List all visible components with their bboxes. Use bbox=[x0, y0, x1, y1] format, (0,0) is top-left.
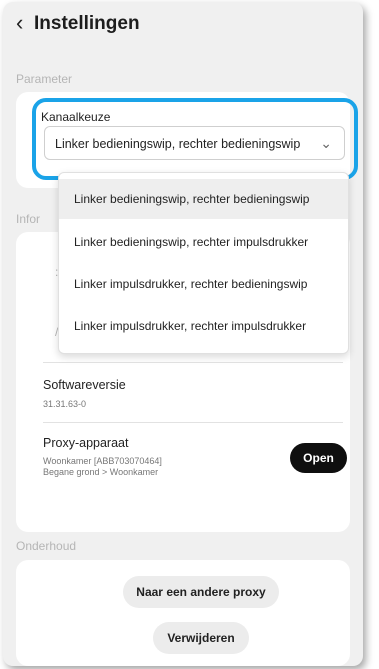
focus-highlight bbox=[32, 98, 358, 180]
open-button[interactable]: Open bbox=[290, 443, 347, 473]
section-label-info: Infor bbox=[16, 212, 41, 226]
section-label-onderhoud: Onderhoud bbox=[16, 539, 77, 553]
proxy-device-room: Woonkamer [ABB703070464] bbox=[43, 456, 162, 466]
back-chevron-icon[interactable]: ‹ bbox=[16, 11, 23, 35]
option-label: Linker impulsdrukker, rechter bedienings… bbox=[74, 277, 308, 291]
option-label: Linker bedieningswip, rechter impulsdruk… bbox=[74, 235, 309, 249]
kanaalkeuze-dropdown: Linker bedieningswip, rechter bedienings… bbox=[58, 172, 349, 354]
section-label-parameter: Parameter bbox=[16, 72, 73, 86]
dropdown-option[interactable]: Linker impulsdrukker, rechter impulsdruk… bbox=[59, 306, 348, 346]
page-title: Instellingen bbox=[34, 13, 140, 34]
delete-button[interactable]: Verwijderen bbox=[153, 622, 249, 654]
software-version-value: 31.31.63-0 bbox=[43, 399, 87, 409]
divider bbox=[43, 362, 343, 363]
dropdown-option[interactable]: Linker bedieningswip, rechter impulsdruk… bbox=[59, 222, 348, 262]
option-label: Linker impulsdrukker, rechter impulsdruk… bbox=[74, 319, 307, 333]
phone-screen: ‹ Instellingen Parameter Kanaalkeuze Lin… bbox=[3, 2, 363, 666]
software-version-title: Softwareversie bbox=[43, 378, 126, 392]
proxy-device-title: Proxy-apparaat bbox=[43, 436, 129, 450]
proxy-device-location: Begane grond > Woonkamer bbox=[43, 467, 159, 477]
dropdown-option[interactable]: Linker impulsdrukker, rechter bedienings… bbox=[59, 264, 348, 304]
dropdown-option[interactable]: Linker bedieningswip, rechter bedienings… bbox=[59, 179, 348, 219]
option-label: Linker bedieningswip, rechter bedienings… bbox=[74, 192, 310, 206]
divider bbox=[43, 422, 343, 423]
header: ‹ Instellingen bbox=[3, 2, 363, 50]
other-proxy-button[interactable]: Naar een andere proxy bbox=[123, 576, 279, 608]
